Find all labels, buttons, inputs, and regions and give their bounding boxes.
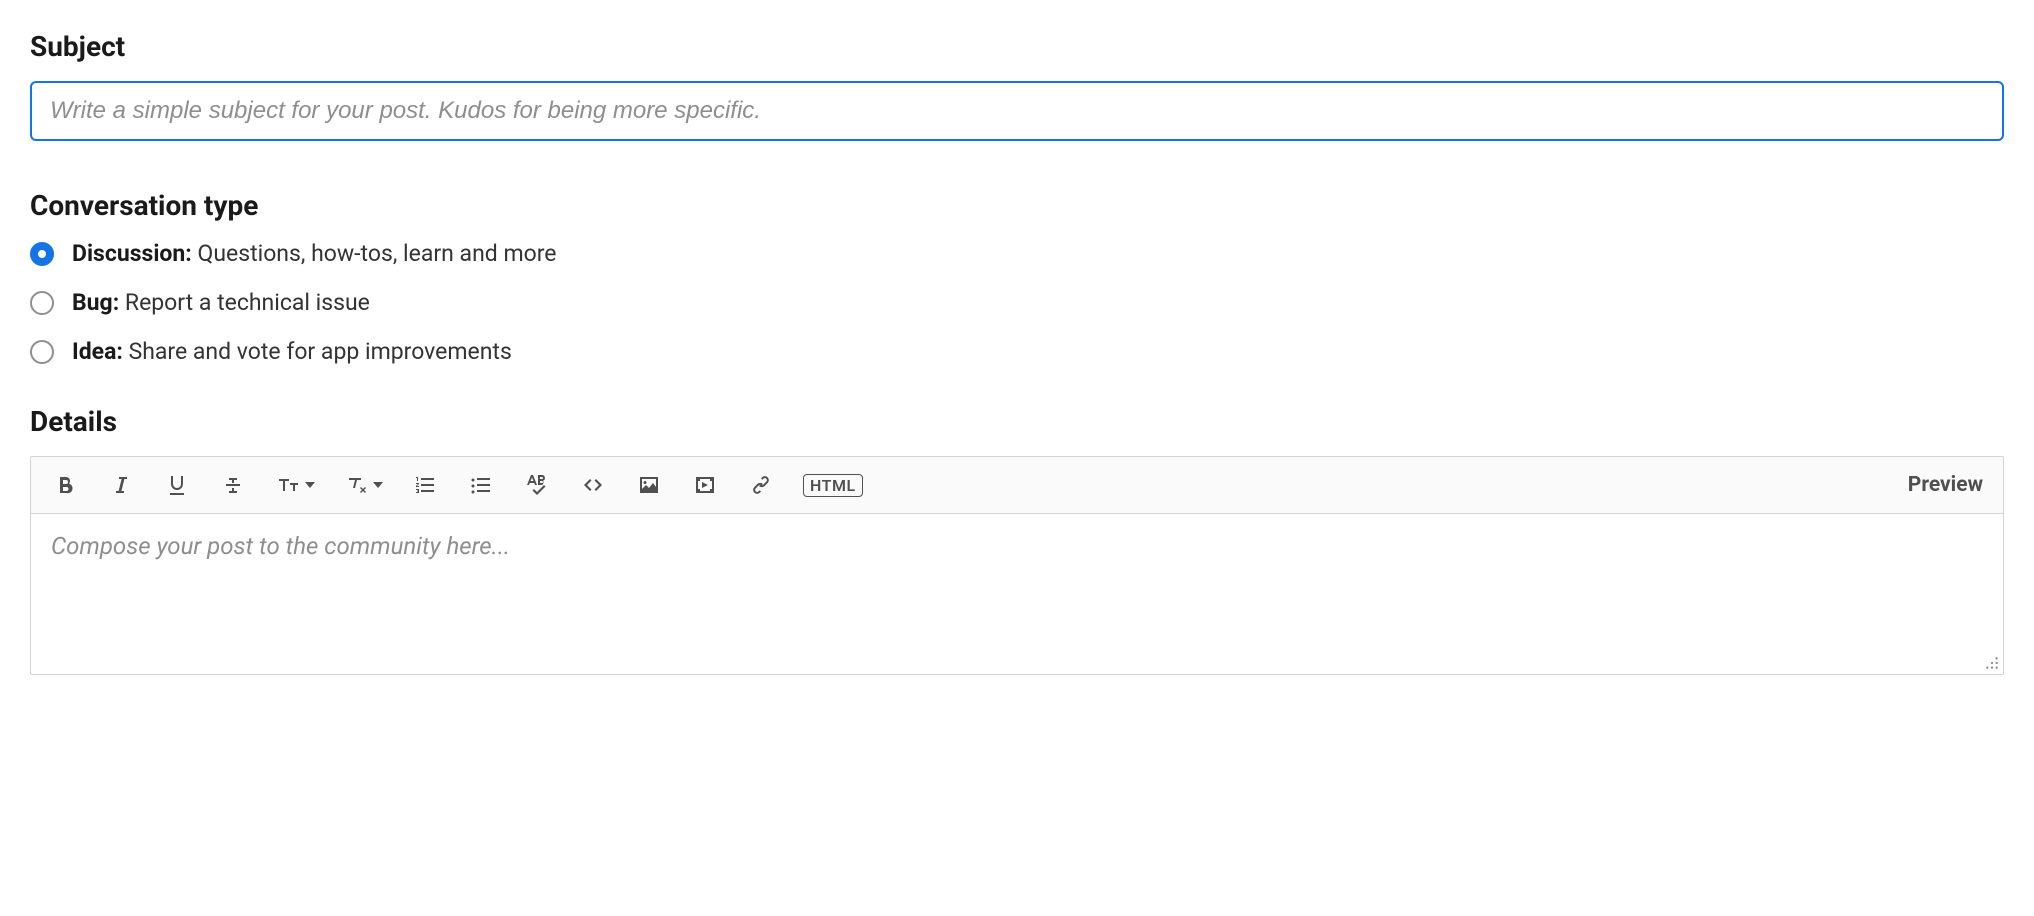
- font-size-button[interactable]: [275, 471, 315, 499]
- preview-button[interactable]: Preview: [1908, 473, 1983, 497]
- radio-name: Discussion:: [72, 240, 192, 267]
- conversation-type-radio-group: Discussion: Questions, how-tos, learn an…: [30, 240, 2004, 365]
- clear-formatting-button[interactable]: [343, 471, 383, 499]
- spellcheck-icon: [525, 473, 549, 497]
- underline-icon: [165, 473, 189, 497]
- conversation-type-label: Conversation type: [30, 189, 2004, 222]
- video-button[interactable]: [691, 471, 719, 499]
- radio-name: Idea:: [72, 338, 123, 365]
- radio-description: Report a technical issue: [119, 289, 370, 316]
- ordered-list-button[interactable]: [411, 471, 439, 499]
- image-icon: [637, 473, 661, 497]
- unordered-list-button[interactable]: [467, 471, 495, 499]
- clear-format-icon: [343, 473, 369, 497]
- image-button[interactable]: [635, 471, 663, 499]
- radio-bug[interactable]: Bug: Report a technical issue: [30, 289, 2004, 316]
- subject-input[interactable]: [30, 81, 2004, 141]
- video-icon: [693, 473, 717, 497]
- radio-discussion[interactable]: Discussion: Questions, how-tos, learn an…: [30, 240, 2004, 267]
- italic-icon: [109, 473, 133, 497]
- unordered-list-icon: [469, 473, 493, 497]
- radio-name: Bug:: [72, 289, 119, 316]
- link-icon: [749, 473, 773, 497]
- code-button[interactable]: [579, 471, 607, 499]
- chevron-down-icon: [373, 482, 383, 488]
- strikethrough-icon: [221, 473, 245, 497]
- compose-textarea[interactable]: Compose your post to the community here.…: [31, 514, 2003, 674]
- resize-grip-icon[interactable]: [1985, 656, 1999, 670]
- spellcheck-button[interactable]: [523, 471, 551, 499]
- chevron-down-icon: [305, 482, 315, 488]
- radio-description: Questions, how-tos, learn and more: [192, 240, 557, 267]
- radio-label: Discussion: Questions, how-tos, learn an…: [72, 240, 557, 267]
- italic-button[interactable]: [107, 471, 135, 499]
- compose-placeholder: Compose your post to the community here.…: [51, 532, 510, 560]
- radio-label: Bug: Report a technical issue: [72, 289, 370, 316]
- underline-button[interactable]: [163, 471, 191, 499]
- font-size-icon: [275, 473, 301, 497]
- subject-section: Subject: [30, 30, 2004, 141]
- ordered-list-icon: [413, 473, 437, 497]
- details-section: Details: [30, 405, 2004, 675]
- radio-icon: [30, 242, 54, 266]
- bold-icon: [53, 473, 77, 497]
- editor-toolbar: HTML Preview: [31, 457, 2003, 514]
- link-button[interactable]: [747, 471, 775, 499]
- strikethrough-button[interactable]: [219, 471, 247, 499]
- radio-idea[interactable]: Idea: Share and vote for app improvement…: [30, 338, 2004, 365]
- editor: HTML Preview Compose your post to the co…: [30, 456, 2004, 675]
- radio-description: Share and vote for app improvements: [123, 338, 512, 365]
- subject-label: Subject: [30, 30, 2004, 63]
- bold-button[interactable]: [51, 471, 79, 499]
- radio-icon: [30, 291, 54, 315]
- details-label: Details: [30, 405, 2004, 438]
- radio-icon: [30, 340, 54, 364]
- code-icon: [581, 473, 605, 497]
- radio-label: Idea: Share and vote for app improvement…: [72, 338, 512, 365]
- conversation-type-section: Conversation type Discussion: Questions,…: [30, 189, 2004, 365]
- html-source-button[interactable]: HTML: [803, 474, 863, 497]
